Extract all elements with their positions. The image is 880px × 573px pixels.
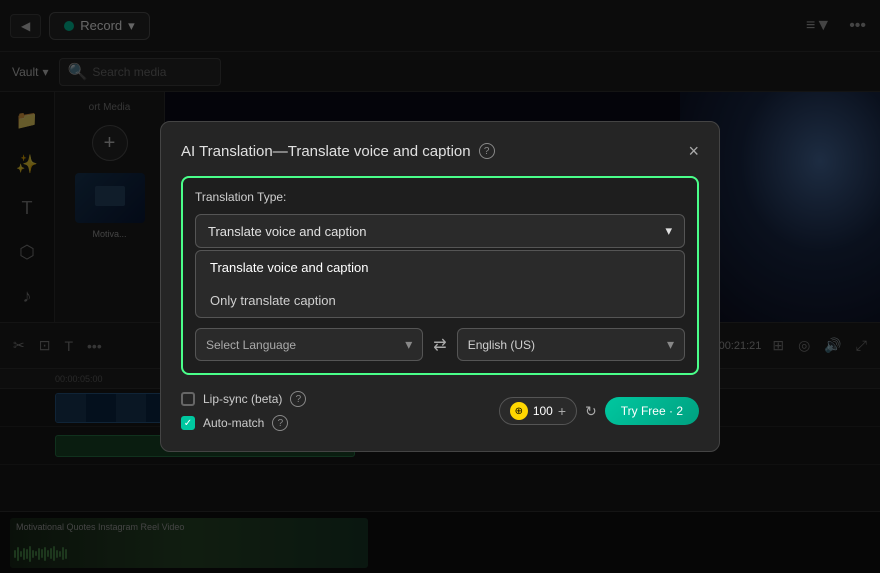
ai-translation-modal: AI Translation—Translate voice and capti… [160, 121, 720, 452]
add-credits-icon[interactable]: + [558, 403, 566, 419]
dropdown-item-caption-only[interactable]: Only translate caption [196, 284, 684, 317]
dropdown-list: Translate voice and caption Only transla… [195, 250, 685, 318]
dropdown-item-label-2: Only translate caption [210, 293, 336, 308]
dropdown-selected[interactable]: Translate voice and caption ▾ [195, 214, 685, 248]
credits-badge: ⊕ 100 + [499, 397, 577, 425]
modal-bottom: Lip-sync (beta) ? ✓ Auto-match ? ⊕ 100 [181, 391, 699, 431]
dropdown-item-voice-caption[interactable]: Translate voice and caption [196, 251, 684, 284]
translation-type-dropdown: Translate voice and caption ▾ Translate … [195, 214, 685, 361]
source-language-arrow-icon: ▾ [405, 336, 412, 353]
checkboxes: Lip-sync (beta) ? ✓ Auto-match ? [181, 391, 306, 431]
language-row: Select Language ▾ ⇄ English (US) ▾ [195, 328, 685, 361]
modal-title: AI Translation—Translate voice and capti… [181, 143, 495, 160]
auto-match-label: Auto-match [203, 416, 264, 430]
translation-type-section: Translation Type: Translate voice and ca… [181, 176, 699, 375]
target-language-arrow-icon: ▾ [667, 336, 674, 353]
lip-sync-checkbox[interactable] [181, 392, 195, 406]
close-icon: × [688, 141, 699, 161]
try-free-button[interactable]: Try Free · 2 [605, 397, 699, 425]
source-language-label: Select Language [206, 338, 296, 352]
language-swap-icon[interactable]: ⇄ [433, 335, 446, 355]
credits-coin-icon: ⊕ [510, 402, 528, 420]
refresh-icon[interactable]: ↻ [585, 403, 597, 420]
auto-match-checkbox[interactable]: ✓ [181, 416, 195, 430]
translation-type-label: Translation Type: [195, 190, 685, 204]
lip-sync-row: Lip-sync (beta) ? [181, 391, 306, 407]
dropdown-arrow-icon: ▾ [665, 223, 672, 239]
auto-match-row: ✓ Auto-match ? [181, 415, 306, 431]
lip-sync-label: Lip-sync (beta) [203, 392, 282, 406]
credits-area: ⊕ 100 + ↻ Try Free · 2 [499, 397, 699, 425]
target-language-select[interactable]: English (US) ▾ [457, 328, 685, 361]
dropdown-item-label-1: Translate voice and caption [210, 260, 369, 275]
selected-option-text: Translate voice and caption [208, 224, 367, 239]
modal-help-icon[interactable]: ? [479, 143, 495, 159]
try-free-label: Try Free · 2 [621, 404, 683, 418]
lip-sync-help-icon[interactable]: ? [290, 391, 306, 407]
target-language-label: English (US) [468, 338, 535, 352]
modal-close-button[interactable]: × [688, 142, 699, 160]
modal-title-text: AI Translation—Translate voice and capti… [181, 143, 471, 160]
auto-match-help-icon[interactable]: ? [272, 415, 288, 431]
modal-overlay: AI Translation—Translate voice and capti… [0, 0, 880, 573]
modal-header: AI Translation—Translate voice and capti… [181, 142, 699, 160]
credits-value: 100 [533, 404, 553, 418]
source-language-select[interactable]: Select Language ▾ [195, 328, 423, 361]
